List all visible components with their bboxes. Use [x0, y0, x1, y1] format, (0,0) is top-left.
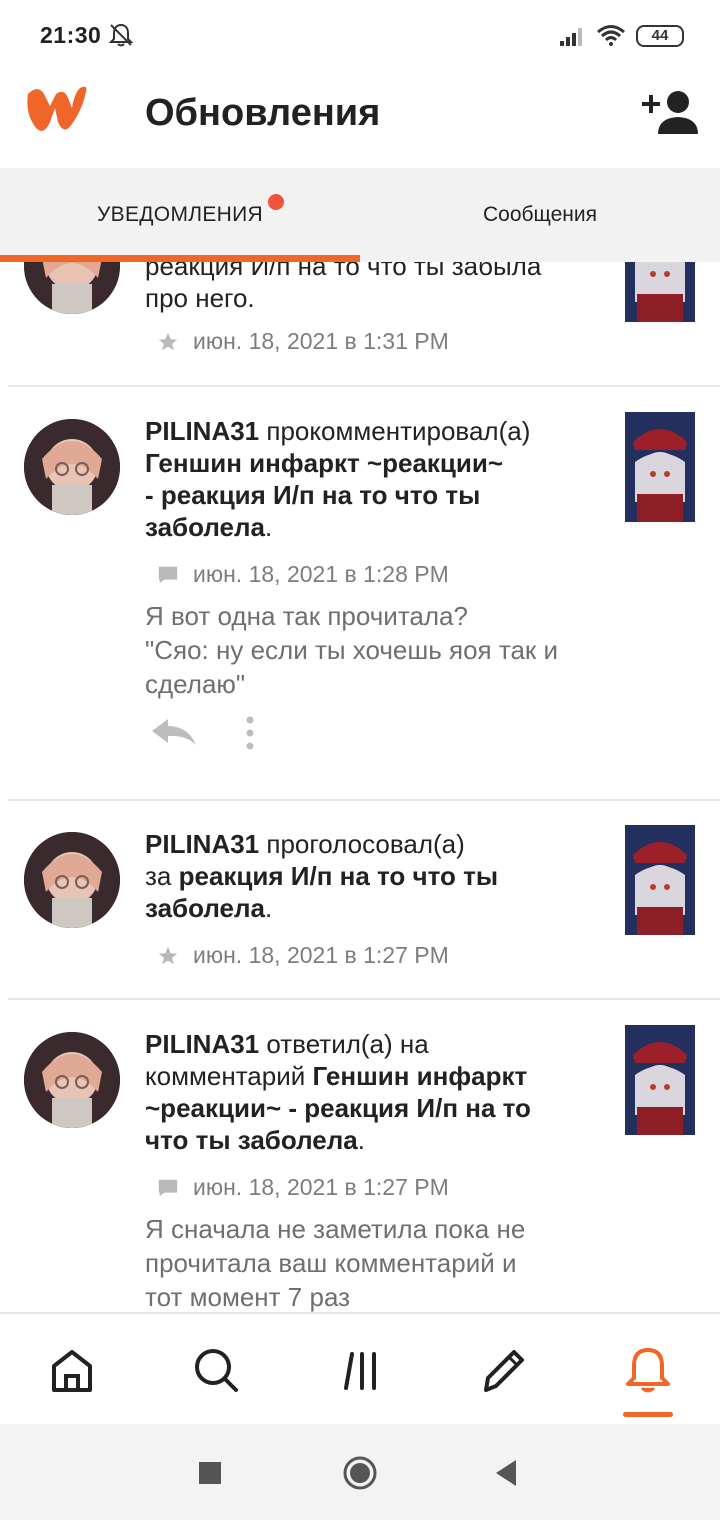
tab-messages-label: Сообщения	[483, 203, 597, 226]
story-cover[interactable]	[625, 262, 695, 322]
story-title-line[interactable]: заболела	[145, 893, 265, 923]
story-title-line[interactable]: реакция И/п на то что ты забыла	[145, 262, 605, 282]
system-navigation-bar	[0, 1424, 720, 1520]
avatar[interactable]	[24, 419, 120, 515]
wattpad-logo[interactable]	[22, 84, 90, 136]
star-icon	[158, 946, 178, 964]
avatar[interactable]	[24, 262, 120, 314]
status-time: 21:30	[40, 22, 102, 48]
back-icon[interactable]	[488, 1454, 526, 1492]
battery-icon: 44	[636, 25, 684, 47]
tab-messages[interactable]: Сообщения	[360, 168, 720, 262]
library-icon[interactable]	[332, 1340, 392, 1400]
notification-meta: июн. 18, 2021 в 1:28 PM	[157, 561, 449, 588]
search-icon[interactable]	[186, 1340, 246, 1400]
action-text: прокомментировал(а)	[259, 416, 531, 446]
tab-notifications[interactable]: УВЕДОМЛЕНИЯ	[0, 168, 360, 262]
home-circle-icon[interactable]	[341, 1454, 379, 1492]
story-title-line[interactable]: реакция И/п на то что ты	[179, 861, 498, 891]
notification-text: PILINA31 ответил(а) на комментарий Генши…	[145, 1028, 605, 1156]
action-text: проголосовал(а)	[259, 829, 465, 859]
story-title-line[interactable]: Геншин инфаркт	[313, 1061, 528, 1091]
add-user-icon[interactable]	[640, 88, 698, 136]
bottom-navigation	[0, 1312, 720, 1424]
story-title-line[interactable]: ~реакции~ - реакция И/п на то	[145, 1092, 605, 1124]
divider	[8, 998, 720, 1000]
notification-meta: июн. 18, 2021 в 1:27 PM	[157, 1174, 449, 1201]
username[interactable]: PILINA31	[145, 416, 259, 446]
notification-meta: июн. 18, 2021 в 1:31 PM	[157, 328, 449, 355]
period: .	[264, 512, 273, 542]
star-icon	[158, 332, 178, 350]
divider	[8, 799, 720, 801]
story-cover[interactable]	[625, 1025, 695, 1135]
comment-line: Я вот одна так прочитала?	[145, 601, 468, 631]
comment-text: Я вот одна так прочитала? "Сяо: ну если …	[145, 599, 615, 701]
username[interactable]: PILINA31	[145, 1029, 259, 1059]
username[interactable]: PILINA31	[145, 829, 259, 859]
reply-icon[interactable]	[150, 717, 198, 747]
comment-line: Я сначала не заметила пока не	[145, 1214, 526, 1244]
action-text: ответил(а) на	[259, 1029, 429, 1059]
notification-text: PILINA31 прокомментировал(а) Геншин инфа…	[145, 415, 605, 543]
avatar[interactable]	[24, 1032, 120, 1128]
story-title-line[interactable]: что ты заболела	[145, 1125, 358, 1155]
more-options-icon[interactable]	[240, 715, 260, 751]
recents-icon[interactable]	[191, 1454, 229, 1492]
period: .	[247, 283, 255, 313]
story-title-line[interactable]: заболела	[145, 512, 265, 542]
write-icon[interactable]	[474, 1340, 534, 1400]
comment-text: Я сначала не заметила пока не прочитала …	[145, 1212, 615, 1312]
story-cover[interactable]	[625, 412, 695, 522]
bell-off-icon	[108, 23, 134, 47]
period: .	[264, 893, 273, 923]
story-title-line[interactable]: - реакция И/п на то что ты	[145, 479, 605, 511]
notifications-bell-icon[interactable]	[618, 1340, 678, 1400]
comment-icon	[158, 1179, 178, 1196]
active-nav-indicator	[623, 1412, 673, 1417]
story-title-line[interactable]: Геншин инфаркт ~реакции~	[145, 447, 605, 479]
status-bar: 21:30 44	[0, 0, 720, 70]
notification-text: PILINA31 проголосовал(а) за реакция И/п …	[145, 828, 605, 924]
timestamp: июн. 18, 2021 в 1:27 PM	[193, 1174, 449, 1200]
comment-icon	[158, 566, 178, 583]
comment-line: "Сяо: ну если ты хочешь яоя так и	[145, 635, 559, 665]
timestamp: июн. 18, 2021 в 1:28 PM	[193, 561, 449, 587]
comment-line: тот момент 7 раз	[145, 1282, 351, 1312]
home-icon[interactable]	[42, 1340, 102, 1400]
period: .	[357, 1125, 365, 1155]
tab-bar: УВЕДОМЛЕНИЯ Сообщения	[0, 168, 720, 262]
notification-meta: июн. 18, 2021 в 1:27 PM	[157, 942, 449, 969]
comment-line: сделаю"	[145, 669, 246, 699]
page-title: Обновления	[145, 92, 381, 134]
tab-notifications-label: УВЕДОМЛЕНИЯ	[97, 203, 263, 226]
avatar[interactable]	[24, 832, 120, 928]
timestamp: июн. 18, 2021 в 1:27 PM	[193, 942, 449, 968]
wifi-icon	[597, 25, 625, 46]
active-tab-indicator	[0, 255, 360, 262]
app-header: Обновления	[0, 70, 720, 168]
prefix-text: за	[145, 861, 179, 891]
story-title-line[interactable]: про него	[145, 283, 247, 313]
divider	[8, 385, 720, 387]
notification-text: реакция И/п на то что ты забыла про него…	[145, 262, 605, 314]
timestamp: июн. 18, 2021 в 1:31 PM	[193, 328, 449, 354]
unread-dot	[268, 194, 284, 210]
notifications-feed[interactable]: реакция И/п на то что ты забыла про него…	[0, 262, 720, 1312]
prefix-text: комментарий	[145, 1061, 313, 1091]
story-cover[interactable]	[625, 825, 695, 935]
comment-line: прочитала ваш комментарий и	[145, 1248, 517, 1278]
signal-icon	[560, 28, 582, 46]
